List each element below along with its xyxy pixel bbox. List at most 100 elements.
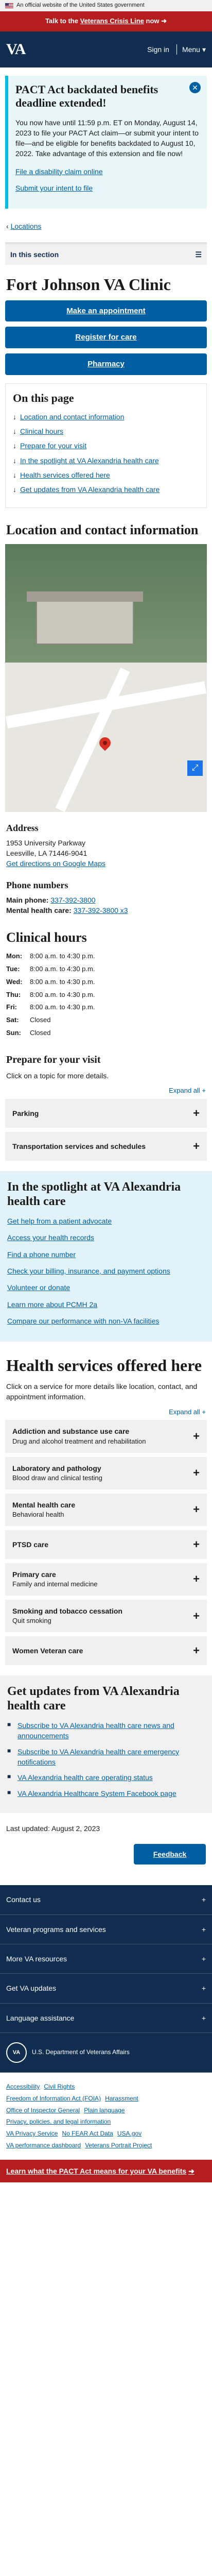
jump-link[interactable]: Clinical hours	[13, 426, 199, 437]
footer-updates[interactable]: Get VA updates +	[0, 1974, 212, 2004]
expand-map-icon[interactable]: ⤢	[187, 760, 203, 776]
va-logo[interactable]: VA	[6, 38, 26, 61]
on-this-page-title: On this page	[13, 391, 74, 404]
spotlight-link[interactable]: Volunteer or donate	[7, 1282, 205, 1293]
phone-link[interactable]: 337-392-3800	[50, 896, 95, 904]
on-this-page: On this page Location and contact inform…	[5, 383, 207, 508]
alert-title: PACT Act backdated benefits deadline ext…	[15, 82, 158, 110]
updates-section: Get updates from VA Alexandria health ca…	[0, 1675, 212, 1813]
jump-link[interactable]: In the spotlight at VA Alexandria health…	[13, 455, 199, 466]
time: Closed	[30, 1029, 51, 1037]
us-flag-icon	[5, 3, 13, 8]
jump-link[interactable]: Location and contact information	[13, 412, 199, 422]
crisis-text: Talk to the	[45, 16, 78, 25]
service-subtitle: Family and internal medicine	[12, 1580, 98, 1588]
hours-row: Fri: 8:00 a.m. to 4:30 p.m.	[6, 1003, 206, 1012]
footer-resources[interactable]: More VA resources +	[0, 1944, 212, 1974]
pharmacy-button[interactable]: Pharmacy	[5, 353, 207, 375]
time: 8:00 a.m. to 4:30 p.m.	[30, 990, 95, 998]
legal-link[interactable]: USA.gov	[117, 2130, 142, 2137]
last-updated: Last updated: August 2, 2023	[6, 1824, 100, 1833]
legal-link[interactable]: Plain language	[84, 2107, 125, 2114]
crisis-link[interactable]: Veterans Crisis Line	[80, 17, 144, 25]
hours-table: Mon: 8:00 a.m. to 4:30 p.m. Tue: 8:00 a.m.…	[6, 952, 206, 1038]
plus-icon: +	[193, 1503, 200, 1516]
service-accordion[interactable]: Addiction and substance use care Drug and…	[5, 1420, 207, 1453]
footer-label: Veteran programs and services	[6, 1925, 106, 1934]
menu-button[interactable]: Menu ▾	[176, 44, 206, 55]
phone-label: Mental health care:	[6, 906, 72, 914]
va-footer-logo[interactable]: VA U.S. Department of Veterans Affairs	[0, 2033, 212, 2073]
service-accordion[interactable]: Smoking and tobacco cessation Quit smokin…	[5, 1599, 207, 1633]
intent-to-file-link[interactable]: Submit your intent to file	[15, 183, 200, 193]
day: Mon:	[6, 952, 23, 960]
file-claim-link[interactable]: File a disability claim online	[15, 166, 200, 177]
plus-icon: +	[193, 1537, 200, 1551]
spotlight-link[interactable]: Get help from a patient advocate	[7, 1216, 205, 1226]
legal-link[interactable]: Accessibility	[6, 2083, 40, 2090]
service-accordion[interactable]: Primary care Family and internal medicine…	[5, 1563, 207, 1596]
service-accordion[interactable]: Mental health care Behavioral health +	[5, 1493, 207, 1526]
update-link[interactable]: VA Alexandria health care operating stat…	[7, 1772, 205, 1783]
update-link[interactable]: VA Alexandria Healthcare System Facebook…	[7, 1788, 205, 1799]
feedback-button[interactable]: Feedback	[134, 1844, 206, 1865]
footer-label: More VA resources	[6, 1955, 67, 1963]
footer-contact-us[interactable]: Contact us +	[0, 1885, 212, 1915]
service-accordion[interactable]: PTSD care +	[5, 1530, 207, 1559]
pact-act-banner[interactable]: Learn what the PACT Act means for your V…	[0, 2159, 212, 2183]
legal-link[interactable]: VA performance dashboard	[6, 2142, 81, 2149]
facility-photo-map[interactable]: ⤢	[5, 544, 207, 812]
close-icon[interactable]: ✕	[189, 81, 201, 93]
hours-heading: Clinical hours	[6, 930, 87, 945]
legal-link[interactable]: Freedom of Information Act (FOIA)	[6, 2095, 101, 2102]
crisis-line-banner[interactable]: Talk to the Veterans Crisis Line now ➜	[0, 11, 212, 31]
footer-label: Contact us	[6, 1895, 41, 1904]
spotlight-link[interactable]: Learn more about PCMH 2a	[7, 1299, 205, 1310]
jump-link[interactable]: Prepare for your visit	[13, 440, 199, 451]
address-line1: 1953 University Parkway	[6, 838, 86, 847]
prepare-intro: Click on a topic for more details.	[6, 1072, 109, 1080]
make-appointment-button[interactable]: Make an appointment	[5, 300, 207, 322]
signin-button[interactable]: Sign in	[147, 44, 169, 55]
spotlight-link[interactable]: Compare our performance with non-VA faci…	[7, 1316, 205, 1326]
jump-link[interactable]: Health services offered here	[13, 470, 199, 481]
jump-link[interactable]: Get updates from VA Alexandria health ca…	[13, 484, 199, 495]
legal-link[interactable]: Privacy, policies, and legal information	[6, 2118, 111, 2125]
chevron-down-icon: ▾	[202, 45, 206, 54]
legal-link[interactable]: Civil Rights	[44, 2083, 75, 2090]
address-heading: Address	[6, 822, 39, 833]
legal-link[interactable]: Harassment	[105, 2095, 138, 2102]
section-nav-button[interactable]: In this section ☰	[5, 242, 207, 265]
directions-link[interactable]: Get directions on Google Maps	[6, 859, 105, 868]
plus-icon: +	[193, 1466, 200, 1480]
building-image	[27, 591, 143, 645]
accordion-parking[interactable]: Parking +	[5, 1099, 207, 1128]
register-button[interactable]: Register for care	[5, 327, 207, 349]
expand-all-button[interactable]: Expand all +	[6, 1086, 206, 1096]
legal-link[interactable]: Veterans Portrait Project	[85, 2142, 152, 2149]
service-accordion[interactable]: Women Veteran care +	[5, 1636, 207, 1665]
footer-language[interactable]: Language assistance +	[0, 2004, 212, 2033]
footer-programs[interactable]: Veteran programs and services +	[0, 1915, 212, 1945]
day: Fri:	[6, 1003, 17, 1011]
legal-link[interactable]: Office of Inspector General	[6, 2107, 80, 2114]
service-subtitle: Quit smoking	[12, 1617, 51, 1625]
service-title: Addiction and substance use care	[12, 1427, 130, 1436]
legal-link[interactable]: VA Privacy Service	[6, 2130, 58, 2137]
legal-link[interactable]: No FEAR Act Data	[62, 2130, 113, 2137]
day: Wed:	[6, 977, 23, 986]
expand-all-button[interactable]: Expand all +	[6, 1408, 206, 1417]
breadcrumb-locations[interactable]: Locations	[11, 222, 42, 230]
phone-mental-health: Mental health care: 337-392-3800 x3	[6, 905, 206, 916]
accordion-transportation[interactable]: Transportation services and schedules +	[5, 1132, 207, 1161]
spotlight-link[interactable]: Check your billing, insurance, and payme…	[7, 1266, 205, 1276]
update-link[interactable]: Subscribe to VA Alexandria health care n…	[7, 1720, 205, 1741]
update-link[interactable]: Subscribe to VA Alexandria health care e…	[7, 1747, 205, 1768]
spotlight-link[interactable]: Access your health records	[7, 1232, 205, 1243]
phone-main: Main phone: 337-392-3800	[6, 895, 206, 905]
service-accordion[interactable]: Laboratory and pathology Blood draw and c…	[5, 1456, 207, 1489]
spotlight-link[interactable]: Find a phone number	[7, 1249, 205, 1260]
phone-link[interactable]: 337-392-3800 x3	[74, 906, 128, 914]
address: 1953 University Parkway Leesville, LA 71…	[6, 838, 206, 869]
service-subtitle: Behavioral health	[12, 1511, 64, 1519]
